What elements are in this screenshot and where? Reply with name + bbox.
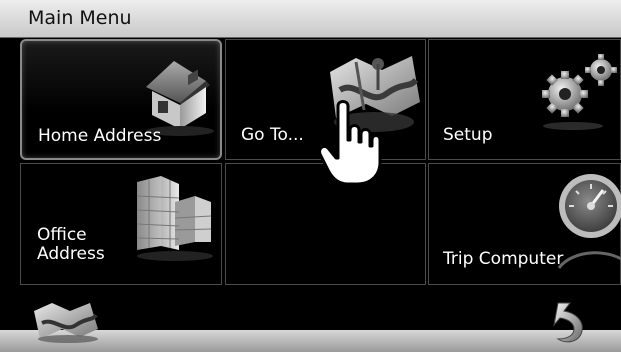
gears-icon xyxy=(542,54,617,130)
home-address-label: Home Address xyxy=(38,126,162,146)
setup-label: Setup xyxy=(443,125,493,145)
map-icon[interactable] xyxy=(32,297,102,343)
building-icon xyxy=(136,176,213,261)
office-address-button[interactable]: Office Address xyxy=(20,163,222,285)
title-bar: Main Menu xyxy=(0,0,621,38)
go-to-label: Go To... xyxy=(241,125,304,145)
trip-computer-label: Trip Computer xyxy=(443,249,564,269)
home-address-button[interactable]: Home Address xyxy=(20,39,222,160)
bottom-bar xyxy=(0,287,621,352)
trip-computer-button[interactable]: Trip Computer xyxy=(428,163,621,285)
menu-grid: Home Address Go To... Setup Office Addre… xyxy=(0,37,621,287)
office-address-label: Office Address xyxy=(37,225,105,264)
setup-button[interactable]: Setup xyxy=(428,39,621,160)
page-title: Main Menu xyxy=(28,7,132,29)
hand-pointer-icon xyxy=(318,100,382,186)
house-icon xyxy=(146,61,214,136)
back-arrow-icon[interactable] xyxy=(550,299,590,345)
